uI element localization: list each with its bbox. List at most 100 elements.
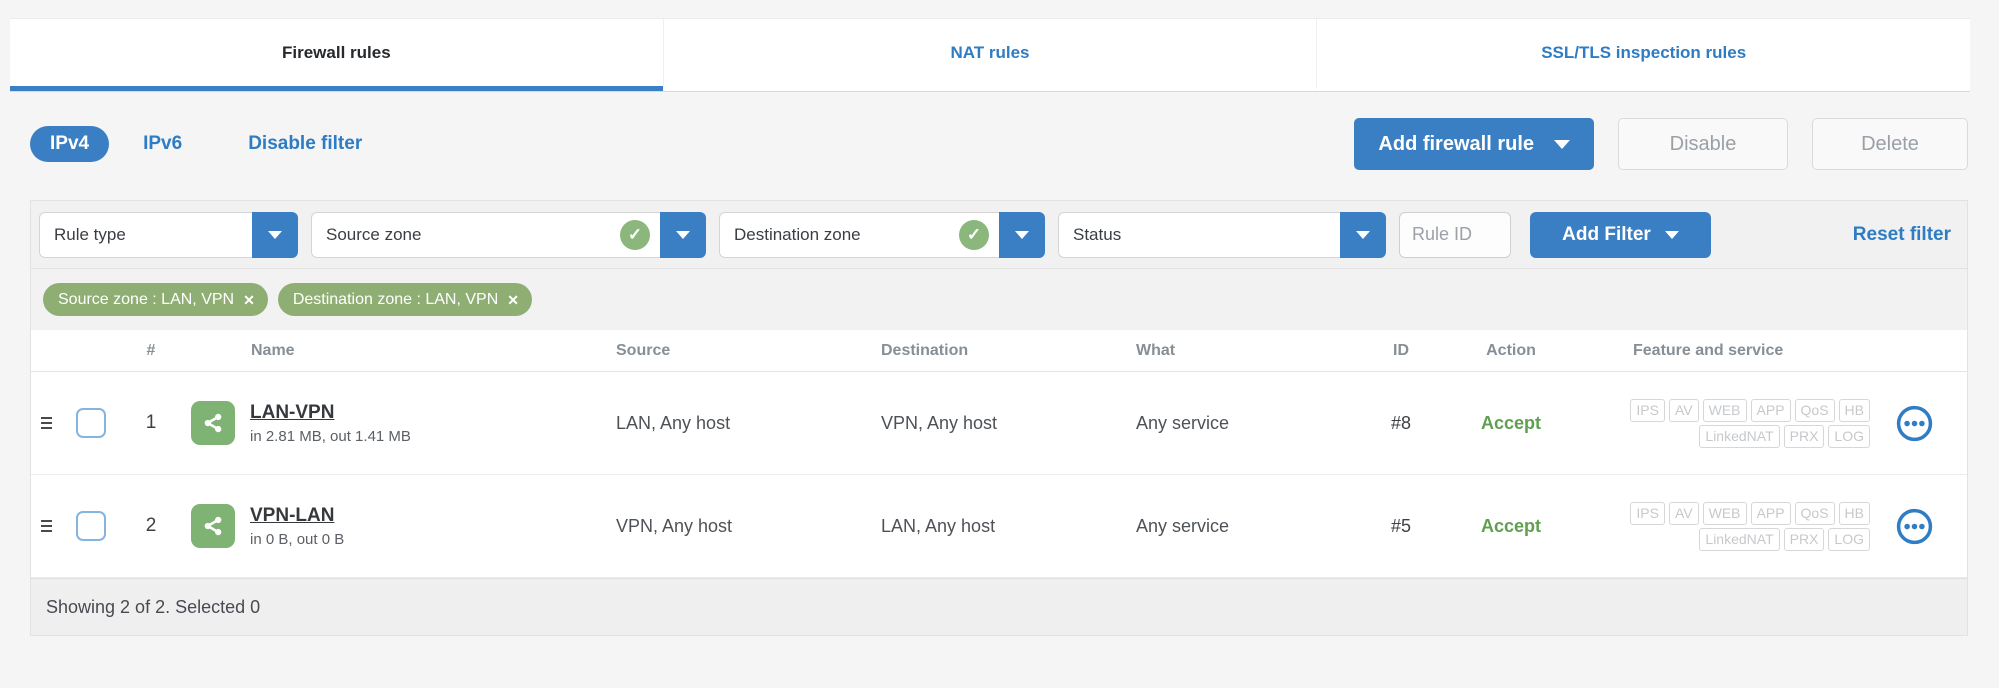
rule-id: #8 <box>1390 412 1412 433</box>
add-filter-button[interactable]: Add Filter <box>1530 211 1711 258</box>
column-header-what: What <box>1136 341 1176 359</box>
add-filter-label: Add Filter <box>1562 223 1651 245</box>
disable-filter-link[interactable]: Disable filter <box>248 133 362 155</box>
rule-traffic: in 2.81 MB, out 1.41 MB <box>250 427 411 445</box>
results-summary: Showing 2 of 2. Selected 0 <box>46 596 261 617</box>
rule-name-link[interactable]: LAN-VPN <box>250 402 334 424</box>
filter-applied-check-icon: ✓ <box>959 219 989 250</box>
feature-badge-av: AV <box>1668 398 1699 422</box>
rule-name-block: LAN-VPN in 2.81 MB, out 1.41 MB <box>250 402 411 445</box>
feature-badge-log: LOG <box>1828 527 1870 551</box>
chevron-down-icon <box>252 211 298 258</box>
reset-filter-link[interactable]: Reset filter <box>1853 224 1951 246</box>
feature-badge-av: AV <box>1668 501 1699 525</box>
rule-type-dropdown-value: Rule type <box>39 211 252 258</box>
rule-number: 1 <box>145 412 157 433</box>
filter-chip-source-zone: Source zone : LAN, VPN ✕ <box>43 283 268 316</box>
column-header-feature-and-service: Feature and service <box>1633 341 1784 359</box>
feature-badge-web: WEB <box>1702 398 1747 422</box>
feature-badge-ips: IPS <box>1630 398 1665 422</box>
rule-action-status: Accept <box>1480 515 1542 536</box>
table-row: 2 VPN-LAN in 0 B, out 0 B VPN, Any host … <box>31 475 1967 578</box>
chevron-down-icon <box>1664 230 1679 239</box>
rule-number: 2 <box>145 515 157 536</box>
rule-id-input[interactable] <box>1399 211 1511 258</box>
chevron-down-icon <box>660 211 706 258</box>
ipv6-toggle[interactable]: IPv6 <box>143 133 182 155</box>
tab-firewall-rules-label: Firewall rules <box>282 42 391 62</box>
add-firewall-rule-button[interactable]: Add firewall rule <box>1354 118 1594 170</box>
toolbar-actions: Add firewall rule Disable Delete <box>1354 118 1968 170</box>
filter-chip-label: Source zone : LAN, VPN <box>58 290 235 308</box>
feature-badge-hb: HB <box>1838 398 1870 422</box>
table-footer: Showing 2 of 2. Selected 0 <box>31 578 1967 635</box>
ipv4-toggle[interactable]: IPv4 <box>30 126 110 162</box>
feature-badge-prx: PRX <box>1783 527 1825 551</box>
tab-nat-rules-label: NAT rules <box>950 42 1030 62</box>
filter-bar: Rule type Source zone ✓ Destination zone… <box>31 201 1967 269</box>
tab-firewall-rules[interactable]: Firewall rules <box>10 19 663 91</box>
source-zone-dropdown[interactable]: Source zone ✓ <box>311 211 706 258</box>
rule-type-dropdown[interactable]: Rule type <box>39 211 298 258</box>
tab-ssl-tls-inspection-rules-label: SSL/TLS inspection rules <box>1541 42 1747 62</box>
filter-chip-destination-zone: Destination zone : LAN, VPN ✕ <box>277 283 532 316</box>
close-icon[interactable]: ✕ <box>507 293 519 307</box>
rule-id: #5 <box>1390 515 1412 536</box>
toolbar: IPv4 IPv6 Disable filter Add firewall ru… <box>30 118 1968 170</box>
chevron-down-icon <box>1340 211 1386 258</box>
rule-what: Any service <box>1136 412 1230 433</box>
rule-destination: LAN, Any host <box>881 515 996 536</box>
chevron-down-icon <box>999 211 1045 258</box>
feature-badge-log: LOG <box>1828 424 1870 448</box>
rule-source: VPN, Any host <box>616 515 733 536</box>
rule-what: Any service <box>1136 515 1230 536</box>
feature-badges: IPS AV WEB APP QoS HB LinkedNAT PRX LOG <box>1630 398 1870 448</box>
source-zone-dropdown-value: Source zone <box>326 224 422 244</box>
filter-chip-label: Destination zone : LAN, VPN <box>292 290 499 308</box>
feature-badge-prx: PRX <box>1783 424 1825 448</box>
table-header: # Name Source Destination What ID Action… <box>31 330 1967 372</box>
close-icon[interactable]: ✕ <box>243 293 255 307</box>
column-header-destination: Destination <box>881 341 969 359</box>
tab-bar: Firewall rules NAT rules SSL/TLS inspect… <box>10 18 1970 92</box>
filter-applied-check-icon: ✓ <box>620 219 650 250</box>
more-options-icon[interactable] <box>1896 508 1933 545</box>
feature-badge-app: APP <box>1750 398 1791 422</box>
feature-badge-linkednat: LinkedNAT <box>1699 424 1780 448</box>
more-options-icon[interactable] <box>1896 405 1933 442</box>
feature-badges: IPS AV WEB APP QoS HB LinkedNAT PRX LOG <box>1630 501 1870 551</box>
rule-source: LAN, Any host <box>616 412 731 433</box>
active-filter-chips: Source zone : LAN, VPN ✕ Destination zon… <box>31 269 1967 330</box>
destination-zone-dropdown-value: Destination zone <box>734 224 861 244</box>
firewall-rules-card: Rule type Source zone ✓ Destination zone… <box>30 200 1968 636</box>
row-checkbox[interactable] <box>76 408 106 438</box>
rule-traffic: in 0 B, out 0 B <box>250 530 345 548</box>
tab-nat-rules[interactable]: NAT rules <box>662 19 1317 91</box>
column-header-action: Action <box>1486 341 1536 359</box>
feature-badge-qos: QoS <box>1794 501 1835 525</box>
share-zones-icon[interactable] <box>191 504 235 548</box>
feature-badge-hb: HB <box>1838 501 1870 525</box>
add-firewall-rule-label: Add firewall rule <box>1378 132 1534 155</box>
disable-button[interactable]: Disable <box>1618 118 1788 170</box>
column-header-number: # <box>146 341 156 359</box>
destination-zone-dropdown[interactable]: Destination zone ✓ <box>719 211 1045 258</box>
feature-badge-web: WEB <box>1702 501 1747 525</box>
feature-badge-linkednat: LinkedNAT <box>1699 527 1780 551</box>
rule-destination: VPN, Any host <box>881 412 998 433</box>
rule-name-link[interactable]: VPN-LAN <box>250 505 334 527</box>
delete-button[interactable]: Delete <box>1812 118 1968 170</box>
column-header-id: ID <box>1393 341 1409 359</box>
feature-badge-qos: QoS <box>1794 398 1835 422</box>
row-checkbox[interactable] <box>76 511 106 541</box>
rule-name-block: VPN-LAN in 0 B, out 0 B <box>250 505 344 548</box>
share-zones-icon[interactable] <box>191 401 235 445</box>
status-dropdown-value: Status <box>1058 211 1340 258</box>
tab-ssl-tls-inspection-rules[interactable]: SSL/TLS inspection rules <box>1316 19 1970 91</box>
column-header-source: Source <box>616 341 671 359</box>
drag-handle-icon[interactable] <box>37 413 56 433</box>
status-dropdown[interactable]: Status <box>1058 211 1386 258</box>
drag-handle-icon[interactable] <box>37 516 56 536</box>
column-header-name: Name <box>251 341 295 359</box>
rule-action-status: Accept <box>1480 412 1542 433</box>
